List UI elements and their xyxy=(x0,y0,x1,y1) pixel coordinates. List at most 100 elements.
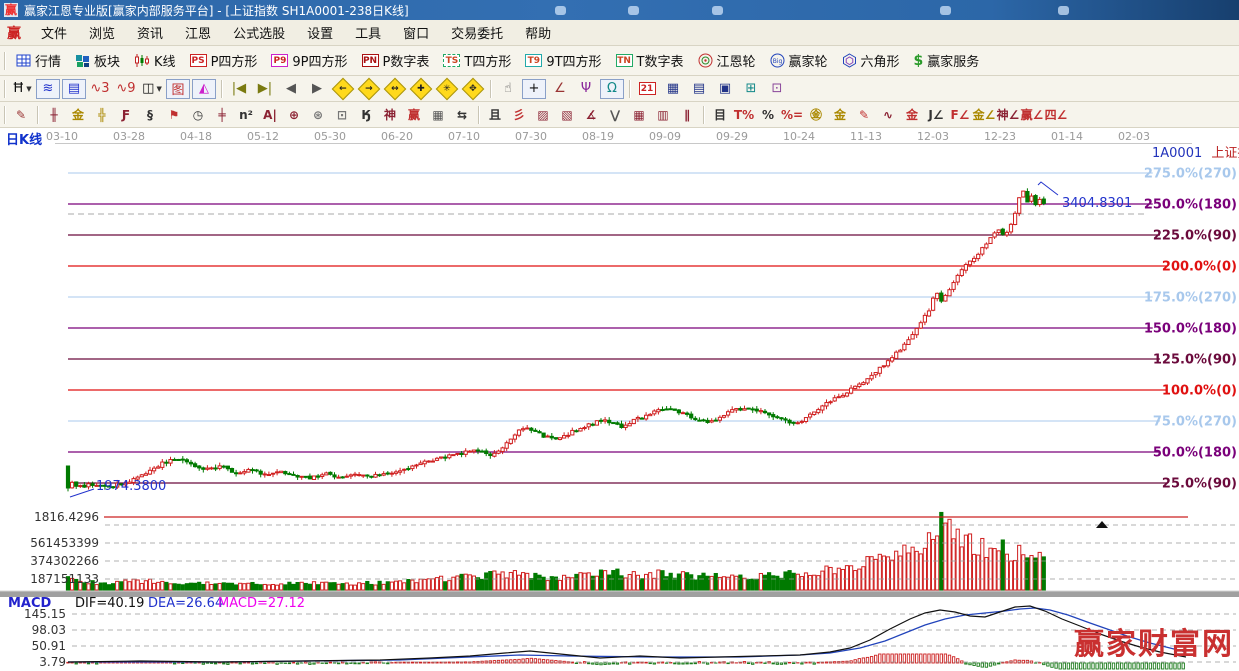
fence3-tool[interactable]: ╪ xyxy=(210,105,234,125)
gold-circle-tool[interactable]: ㊎ xyxy=(804,105,828,125)
volume-profile-button[interactable]: ◭ xyxy=(192,79,216,99)
menu-item-browse[interactable]: 浏览 xyxy=(78,23,126,42)
save-button[interactable]: ▣ xyxy=(713,79,737,99)
feature-9t-square[interactable]: T99T四方形 xyxy=(525,51,601,70)
percent-line-tool[interactable]: %= xyxy=(780,105,804,125)
pan-right-button[interactable]: → xyxy=(358,77,381,100)
prev-bar-button[interactable]: ◀ xyxy=(279,79,303,99)
wave-9-button[interactable]: ∿9 xyxy=(114,79,138,99)
info-panel-button[interactable]: ▤ xyxy=(62,79,86,99)
f-angle-tool[interactable]: F∠ xyxy=(948,105,972,125)
feature-winner-service[interactable]: $赢家服务 xyxy=(914,51,980,70)
feature-t-table[interactable]: TNT数字表 xyxy=(616,51,684,70)
wave-3-button[interactable]: ∿3 xyxy=(88,79,112,99)
feature-p-table[interactable]: PNP数字表 xyxy=(362,51,430,70)
menu-item-window[interactable]: 窗口 xyxy=(392,23,440,42)
candle-style-button[interactable]: ◫▼ xyxy=(140,79,164,99)
circle-cross-tool[interactable]: ⊕ xyxy=(282,105,306,125)
pan-left-button[interactable]: ← xyxy=(332,77,355,100)
crosshair-button[interactable]: + xyxy=(522,79,546,99)
feature-quotes[interactable]: 行情 xyxy=(16,51,61,70)
pattern-brain-button[interactable]: Ω xyxy=(600,79,624,99)
menu-item-news[interactable]: 资讯 xyxy=(126,23,174,42)
shen-tool[interactable]: 神 xyxy=(378,105,402,125)
j-angle-tool[interactable]: J∠ xyxy=(924,105,948,125)
hand-tool-button[interactable]: ☝ xyxy=(496,79,520,99)
menu-item-tools[interactable]: 工具 xyxy=(344,23,392,42)
box-axis-tool[interactable]: 且 xyxy=(483,105,507,125)
marker-pen-tool[interactable]: ✎ xyxy=(852,105,876,125)
price-list-tool[interactable]: 目 xyxy=(708,105,732,125)
tn-icon: TN xyxy=(616,54,633,67)
si-angle-tool[interactable]: 四∠ xyxy=(1044,105,1068,125)
macd-label: MACD xyxy=(8,596,51,611)
last-page-button[interactable]: ▶| xyxy=(253,79,277,99)
angle-measure-button[interactable]: ∠ xyxy=(548,79,572,99)
square-wheel-tool[interactable]: ⊡ xyxy=(330,105,354,125)
gold-fence2-tool[interactable]: ╬ xyxy=(90,105,114,125)
t-percent-tool[interactable]: T% xyxy=(732,105,756,125)
ying-tool[interactable]: 赢 xyxy=(402,105,426,125)
menu-item-settings[interactable]: 设置 xyxy=(296,23,344,42)
gold-mark-tool[interactable]: 金 xyxy=(900,105,924,125)
angles-tool[interactable]: ∡ xyxy=(579,105,603,125)
feature-9p-square[interactable]: P99P四方形 xyxy=(271,51,347,70)
ying-angle-tool[interactable]: 赢∠ xyxy=(1020,105,1044,125)
menu-item-trade-order[interactable]: 交易委托 xyxy=(440,23,514,42)
feature-sectors[interactable]: 板块 xyxy=(75,51,120,70)
send-chart-button[interactable]: ⊞ xyxy=(739,79,763,99)
k-note-tool[interactable]: Ӄ xyxy=(354,105,378,125)
first-page-button[interactable]: |◀ xyxy=(227,79,251,99)
feature-winner-wheel[interactable]: Big赢家轮 xyxy=(770,51,828,70)
volume-profile-button-icon: ◭ xyxy=(199,81,209,96)
fence-tool[interactable]: ╫ xyxy=(42,105,66,125)
feature-kline[interactable]: K线 xyxy=(134,51,176,70)
period-day-button[interactable]: Ħ▼ xyxy=(10,79,34,99)
box-rays-tool[interactable]: ▧ xyxy=(555,105,579,125)
menu-item-formula-stock-pick[interactable]: 公式选股 xyxy=(222,23,296,42)
next-bar-button[interactable]: ▶ xyxy=(305,79,329,99)
f-fence-tool[interactable]: Ƒ xyxy=(114,105,138,125)
shen-angle-tool[interactable]: 神∠ xyxy=(996,105,1020,125)
menu-item-gann[interactable]: 江恩 xyxy=(174,23,222,42)
percent-tool[interactable]: % xyxy=(756,105,780,125)
box-shade-tool[interactable]: ▨ xyxy=(531,105,555,125)
spiral-tool[interactable]: § xyxy=(138,105,162,125)
wave-band-tool[interactable]: ∿ xyxy=(876,105,900,125)
calendar-21-button[interactable]: 21 xyxy=(635,79,659,99)
calculator-button[interactable]: ▦ xyxy=(661,79,685,99)
gold-angle-tool[interactable]: 金∠ xyxy=(972,105,996,125)
n-squared-tool[interactable]: n² xyxy=(234,105,258,125)
compass-pen-tool[interactable]: ✎ xyxy=(9,105,33,125)
gann-glyph-button[interactable]: Ψ xyxy=(574,79,598,99)
menu-item-help[interactable]: 帮助 xyxy=(514,23,562,42)
gold-lines-tool[interactable]: 金 xyxy=(828,105,852,125)
date-tick: 06-20 xyxy=(373,130,421,143)
feature-p-square[interactable]: PSP四方形 xyxy=(190,51,258,70)
zigzag-tool[interactable]: ⋁ xyxy=(603,105,627,125)
zoom-star-button[interactable]: ✳ xyxy=(436,77,459,100)
expand-horizontal-button[interactable]: ↔ xyxy=(384,77,407,100)
expand-all-button[interactable]: ✚ xyxy=(410,77,433,100)
feature-gann-wheel[interactable]: 江恩轮 xyxy=(698,51,756,70)
parallel-lines-tool[interactable]: ∥ xyxy=(675,105,699,125)
grid-tool[interactable]: ▦ xyxy=(627,105,651,125)
kline-chart[interactable]: 275.0%(270)250.0%(180)225.0%(90)200.0%(0… xyxy=(0,145,1239,671)
mirror-a-tool[interactable]: A| xyxy=(258,105,282,125)
feature-hexagon[interactable]: 六角形 xyxy=(842,51,900,70)
dial-tool[interactable]: ◷ xyxy=(186,105,210,125)
rays-tool[interactable]: 彡 xyxy=(507,105,531,125)
gold-fence-tool[interactable]: 金 xyxy=(66,105,90,125)
grid-123-tool[interactable]: ▦ xyxy=(426,105,450,125)
remote-service-button[interactable]: ⊡ xyxy=(765,79,789,99)
notes-button[interactable]: ▤ xyxy=(687,79,711,99)
feature-t-square[interactable]: TST四方形 xyxy=(443,51,511,70)
menu-item-file[interactable]: 文件 xyxy=(30,23,78,42)
overview-button[interactable]: ≋ xyxy=(36,79,60,99)
zoom-cross-button[interactable]: ✥ xyxy=(462,77,485,100)
span-arrows-tool[interactable]: ⇆ xyxy=(450,105,474,125)
grid-bars-tool[interactable]: ▥ xyxy=(651,105,675,125)
star-wheel-tool[interactable]: ⊛ xyxy=(306,105,330,125)
gann-map-button[interactable]: 图 xyxy=(166,79,190,99)
flag-pen-tool[interactable]: ⚑ xyxy=(162,105,186,125)
